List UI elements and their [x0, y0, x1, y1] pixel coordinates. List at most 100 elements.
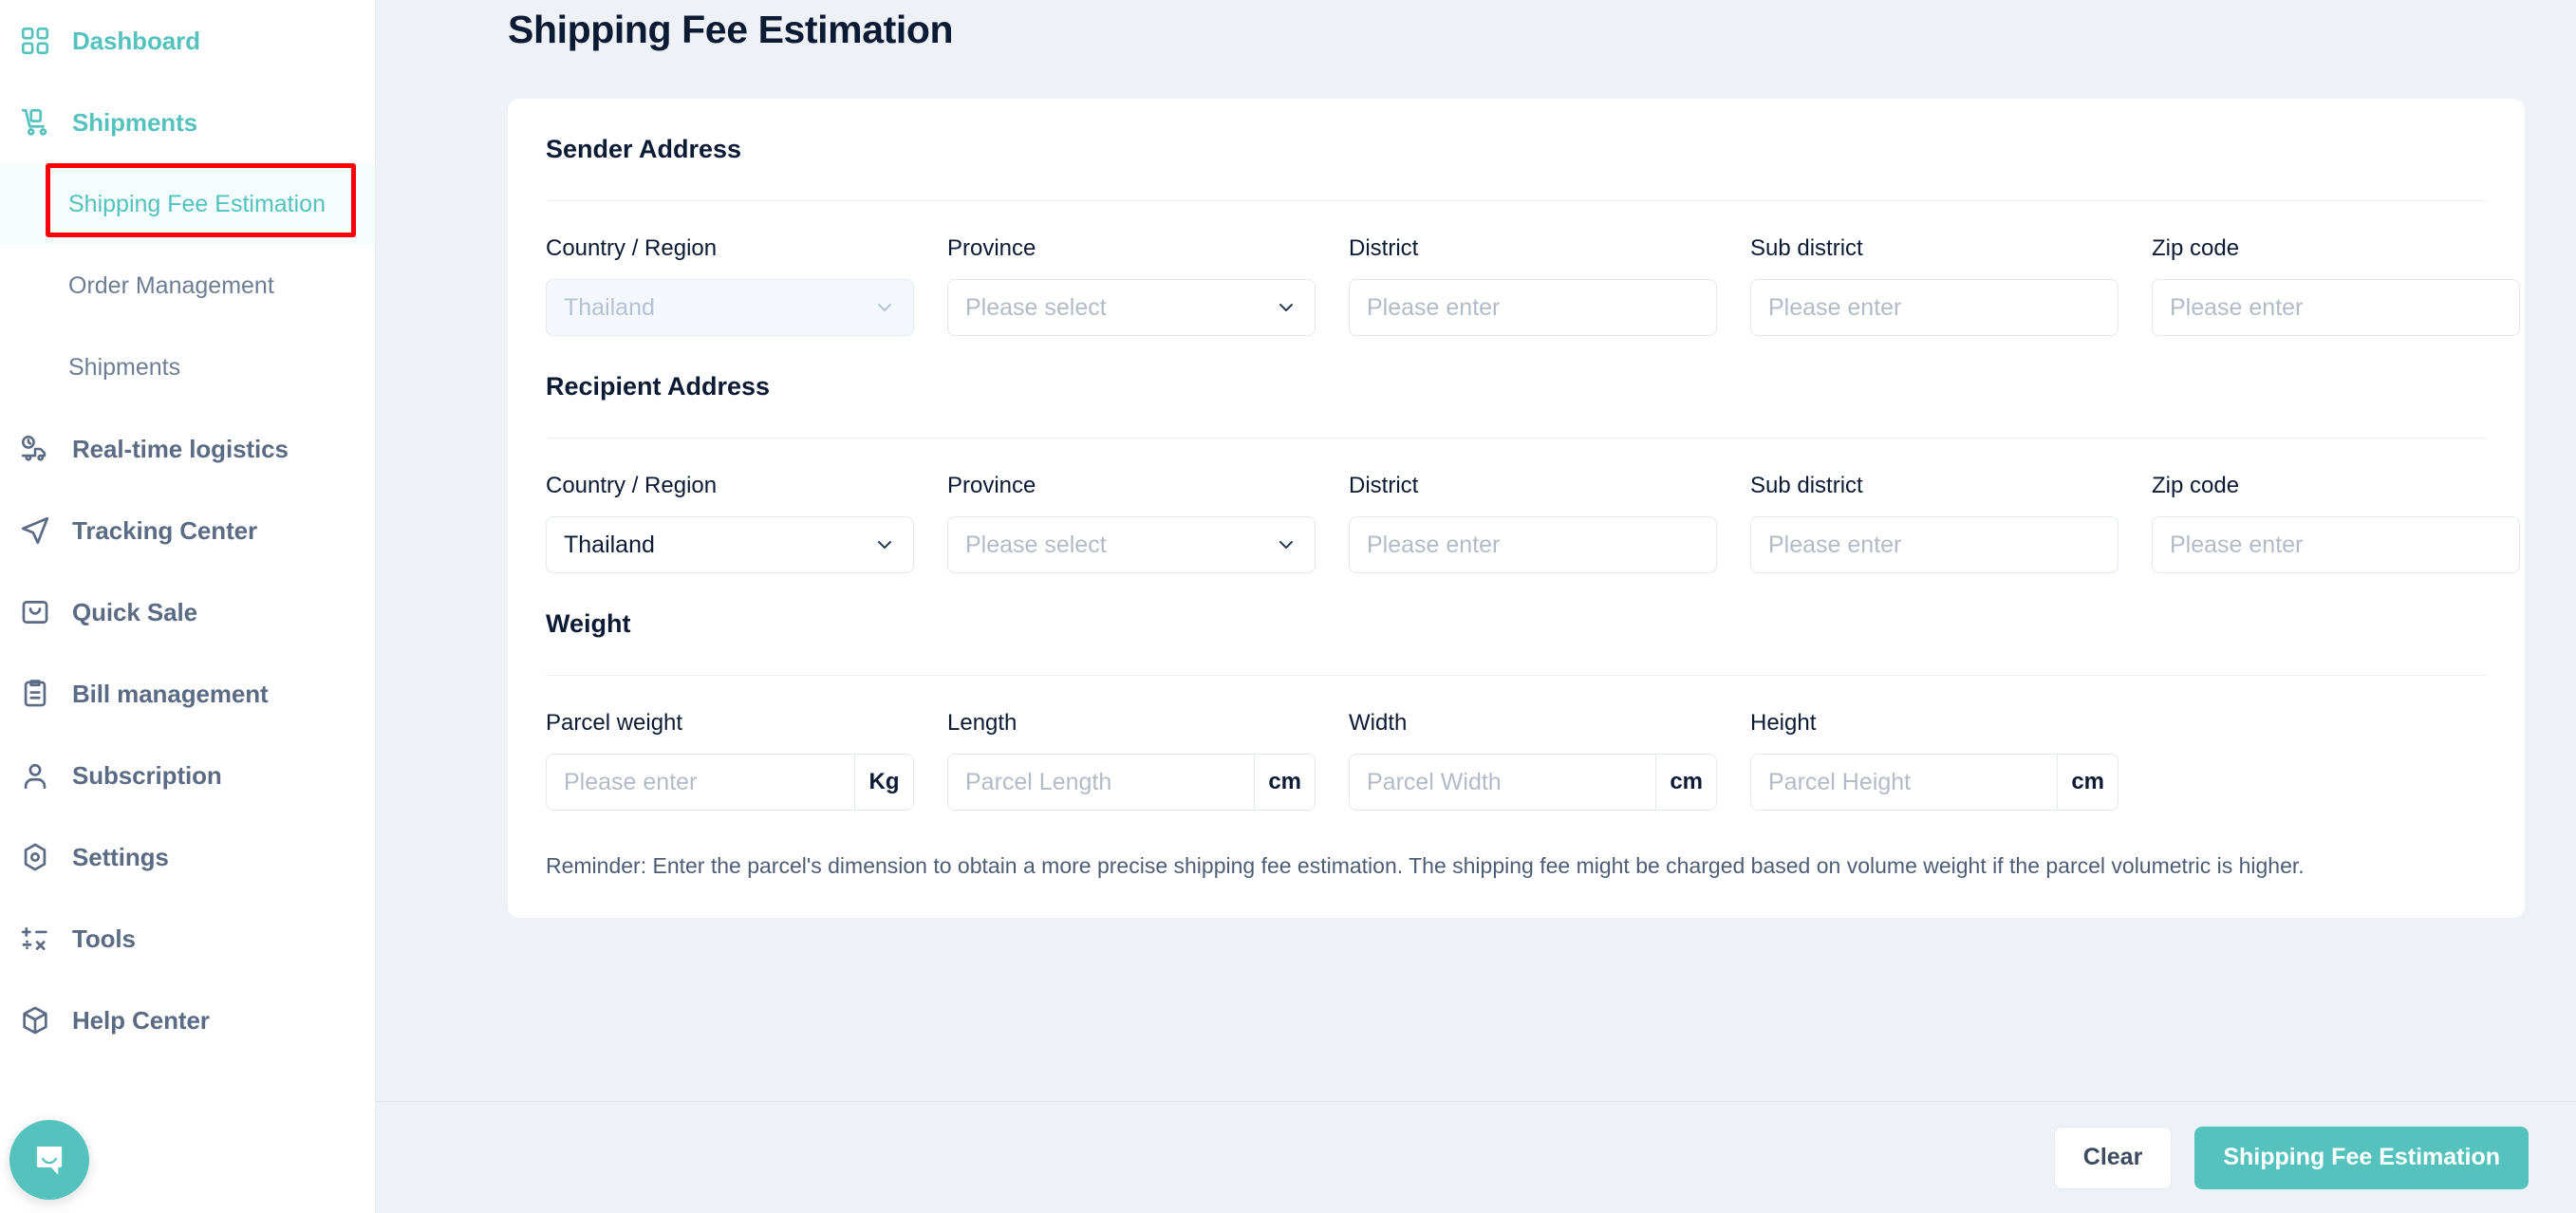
parcel-height-group: Parcel Height cm [1750, 754, 2119, 811]
recipient-district-input[interactable]: Please enter [1349, 516, 1717, 573]
sidebar-subitem-shipments[interactable]: Shipments [0, 327, 375, 408]
recipient-subdistrict-field: Sub district Please enter [1750, 473, 2119, 573]
footer-action-bar: Clear Shipping Fee Estimation [376, 1101, 2576, 1213]
sidebar-item-subscription[interactable]: Subscription [0, 735, 375, 816]
package-icon [17, 1002, 53, 1038]
sender-address-fields: Country / Region Thailand Province Pleas… [546, 201, 2520, 336]
sender-zipcode-field: Zip code Please enter [2152, 235, 2520, 336]
truck-clock-icon [17, 431, 53, 467]
sender-district-input[interactable]: Please enter [1349, 279, 1717, 336]
input-placeholder: Please enter [1367, 293, 1501, 321]
reminder-text: Reminder: Enter the parcel's dimension t… [546, 853, 2305, 878]
field-label: Sub district [1750, 235, 1863, 261]
field-label: Province [947, 235, 1036, 261]
sidebar-item-dashboard[interactable]: Dashboard [0, 0, 375, 82]
field-label: Parcel weight [546, 710, 683, 736]
field-label: Zip code [2152, 235, 2240, 261]
sidebar-item-label: Tracking Center [72, 515, 258, 545]
weight-fields: Parcel weight Please enter Kg Length Par… [546, 676, 2487, 811]
recipient-address-section-title: Recipient Address [546, 336, 2487, 439]
parcel-length-field: Length Parcel Length cm [947, 710, 1316, 811]
sender-address-section-title: Sender Address [546, 99, 2487, 201]
sender-province-field: Province Please select [947, 235, 1316, 336]
field-label: Sub district [1750, 473, 1863, 498]
input-placeholder: Please enter [1367, 531, 1501, 558]
chat-bubble-icon[interactable] [9, 1120, 89, 1200]
chevron-down-icon [1275, 296, 1297, 319]
gear-icon [17, 839, 53, 875]
parcel-height-input[interactable]: Parcel Height [1751, 755, 2057, 810]
parcel-width-unit: cm [1655, 755, 1716, 810]
sidebar-item-label: Quick Sale [72, 597, 197, 626]
sidebar-item-label: Dashboard [72, 26, 200, 55]
recipient-country-select[interactable]: Thailand [546, 516, 914, 573]
field-label: Country / Region [546, 235, 718, 261]
calculator-icon [17, 921, 53, 957]
paper-plane-icon [17, 513, 53, 549]
select-value: Please select [965, 293, 1107, 321]
sidebar-item-label: Real-time logistics [72, 434, 289, 463]
sender-country-field: Country / Region Thailand [546, 235, 914, 336]
input-placeholder: Please enter [1768, 293, 1902, 321]
parcel-height-unit: cm [2057, 755, 2118, 810]
sidebar-item-bill-management[interactable]: Bill management [0, 653, 375, 735]
sender-subdistrict-field: Sub district Please enter [1750, 235, 2119, 336]
sender-province-select[interactable]: Please select [947, 279, 1316, 336]
clear-button[interactable]: Clear [2053, 1126, 2173, 1189]
sidebar-item-label: Bill management [72, 679, 269, 708]
sender-zipcode-input[interactable]: Please enter [2152, 279, 2520, 336]
parcel-weight-group: Please enter Kg [546, 754, 914, 811]
app-root: Dashboard Shipments Shipping Fee Estimat… [0, 0, 2576, 1213]
parcel-length-input[interactable]: Parcel Length [948, 755, 1254, 810]
parcel-width-field: Width Parcel Width cm [1349, 710, 1717, 811]
recipient-province-select[interactable]: Please select [947, 516, 1316, 573]
sidebar-item-help-center[interactable]: Help Center [0, 980, 375, 1061]
sidebar-item-label: Help Center [72, 1005, 210, 1035]
field-label: Length [947, 710, 1017, 736]
sidebar-item-label: Settings [72, 842, 169, 871]
field-label: Country / Region [546, 473, 718, 498]
field-label: Zip code [2152, 473, 2240, 498]
sidebar-item-tools[interactable]: Tools [0, 898, 375, 980]
sidebar-subitem-label: Shipments [68, 353, 181, 381]
field-label: Width [1349, 710, 1408, 736]
recipient-zipcode-input[interactable]: Please enter [2152, 516, 2520, 573]
sidebar-item-quick-sale[interactable]: Quick Sale [0, 571, 375, 653]
chevron-down-icon [1275, 533, 1297, 556]
sidebar-subitem-label: Order Management [68, 271, 274, 299]
sender-subdistrict-input[interactable]: Please enter [1750, 279, 2119, 336]
sidebar-subitem-order-management[interactable]: Order Management [0, 245, 375, 327]
recipient-address-fields: Country / Region Thailand Province Pleas… [546, 439, 2520, 573]
recipient-subdistrict-input[interactable]: Please enter [1750, 516, 2119, 573]
user-icon [17, 757, 53, 793]
sidebar-item-settings[interactable]: Settings [0, 816, 375, 898]
recipient-zipcode-field: Zip code Please enter [2152, 473, 2520, 573]
parcel-length-group: Parcel Length cm [947, 754, 1316, 811]
parcel-width-group: Parcel Width cm [1349, 754, 1717, 811]
sidebar-subitem-shipping-fee-estimation[interactable]: Shipping Fee Estimation [0, 163, 375, 245]
sidebar-item-real-time-logistics[interactable]: Real-time logistics [0, 408, 375, 490]
input-placeholder: Please enter [1768, 531, 1902, 558]
sender-district-field: District Please enter [1349, 235, 1717, 336]
page-title: Shipping Fee Estimation [508, 8, 954, 51]
sidebar-item-shipments[interactable]: Shipments [0, 82, 375, 163]
shopping-bag-icon [17, 594, 53, 630]
input-placeholder: Please enter [2170, 531, 2304, 558]
sidebar-subitem-label: Shipping Fee Estimation [68, 190, 326, 217]
clipboard-icon [17, 676, 53, 712]
hand-truck-icon [17, 104, 53, 140]
grid-icon [17, 23, 53, 59]
sidebar: Dashboard Shipments Shipping Fee Estimat… [0, 0, 376, 1213]
sidebar-item-label: Shipments [72, 107, 198, 137]
select-value: Thailand [564, 293, 655, 321]
sender-country-select[interactable]: Thailand [546, 279, 914, 336]
chevron-down-icon [873, 533, 896, 556]
shipping-fee-estimation-button[interactable]: Shipping Fee Estimation [2194, 1126, 2529, 1189]
select-value: Please select [965, 531, 1107, 558]
parcel-weight-input[interactable]: Please enter [547, 755, 854, 810]
parcel-width-input[interactable]: Parcel Width [1350, 755, 1655, 810]
sidebar-item-tracking-center[interactable]: Tracking Center [0, 490, 375, 571]
parcel-weight-unit: Kg [854, 755, 913, 810]
sidebar-item-label: Tools [72, 924, 136, 953]
shipping-fee-form-card: Sender Address Country / Region Thailand… [508, 99, 2525, 919]
